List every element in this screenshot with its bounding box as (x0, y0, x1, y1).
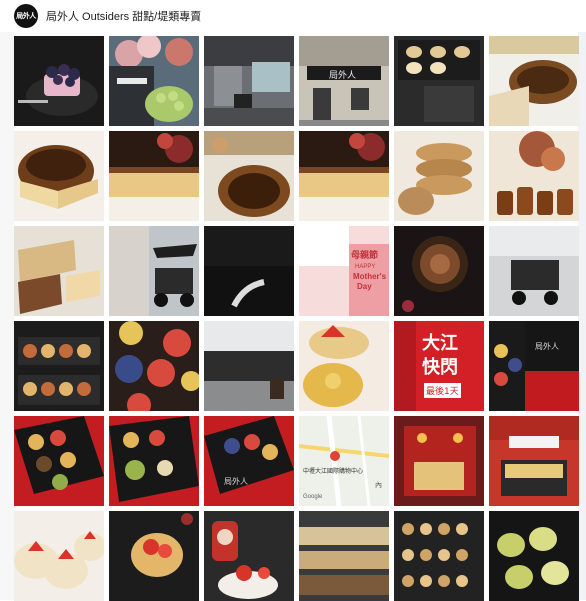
photo-display-case[interactable] (299, 511, 389, 601)
photo-fruit-tarts-top[interactable] (109, 321, 199, 411)
photo-santa-cake[interactable] (204, 511, 294, 601)
photo-grid: 局外人 母親節 HAPPY Mother's Day 大江 快閃 最後1天 局外… (14, 36, 579, 601)
photo-tarts-display-shelves[interactable] (394, 511, 484, 601)
page-avatar[interactable]: 局外人 (14, 4, 38, 28)
photo-berry-cake[interactable] (14, 36, 104, 126)
photo-layered-cake-slices[interactable] (14, 226, 104, 316)
map-road-label: 內 (375, 482, 382, 489)
mothers-day-mothers: Mother's (353, 272, 387, 281)
map-place-label: 中壢大江國際購物中心 (303, 469, 364, 475)
scrollbar-track[interactable] (578, 32, 586, 600)
photo-canele-pastries[interactable] (489, 131, 579, 221)
photo-shop-flowers-green-cake[interactable] (109, 36, 199, 126)
photo-shop-front-street[interactable] (204, 321, 294, 411)
photo-tarts-box-display[interactable] (14, 321, 104, 411)
popup-sign-line1: 大江 (422, 333, 458, 354)
photo-cart-building[interactable] (109, 226, 199, 316)
popup-sign-line2: 快閃 (422, 357, 458, 378)
photo-basque-cheesecake-slice[interactable] (14, 131, 104, 221)
box-logo-text: 局外人 (535, 342, 559, 351)
photo-popup-event-sign[interactable]: 大江 快閃 最後1天 (394, 321, 484, 411)
photo-tart-box-blueberry[interactable]: 局外人 (204, 416, 294, 506)
popup-sign-line3: 最後1天 (424, 383, 461, 398)
photo-cookies-stack[interactable] (394, 131, 484, 221)
photo-strawberry-tarts[interactable] (14, 511, 104, 601)
photo-popup-shop-red[interactable] (394, 416, 484, 506)
page-header: 局外人 局外人 Outsiders 甜點/堤類專賣 (0, 0, 586, 32)
box-logo-text: 局外人 (224, 477, 248, 486)
photo-tarts-red-box[interactable]: 局外人 (489, 321, 579, 411)
photo-strawberry-tart-dark[interactable] (109, 511, 199, 601)
photo-cheesecake-flowers-2[interactable] (299, 131, 389, 221)
photo-tart-box-matcha[interactable] (109, 416, 199, 506)
left-gutter (0, 32, 14, 600)
mothers-day-day: Day (357, 282, 372, 291)
photo-tart-boxes[interactable] (394, 36, 484, 126)
photo-shop-counter[interactable] (489, 416, 579, 506)
photo-domed-tarts[interactable] (489, 511, 579, 601)
photo-chocolate-rose-tart[interactable] (394, 226, 484, 316)
photo-mothers-day-card[interactable]: 母親節 HAPPY Mother's Day (299, 226, 389, 316)
photo-cafe-interior[interactable] (204, 36, 294, 126)
mothers-day-title: 母親節 (351, 250, 379, 260)
photo-mall-map[interactable]: 中壢大江國際購物中心 Google 內 (299, 416, 389, 506)
map-google-logo: Google (303, 494, 323, 500)
photo-shop-storefront[interactable]: 局外人 (299, 36, 389, 126)
page-title[interactable]: 局外人 Outsiders 甜點/堤類專賣 (46, 8, 201, 24)
storefront-sign-text: 局外人 (329, 71, 357, 81)
photo-cheesecake-with-flowers[interactable] (109, 131, 199, 221)
mothers-day-happy: HAPPY (355, 264, 376, 270)
photo-dark-ring[interactable] (204, 226, 294, 316)
photo-cheesecake-top-view[interactable] (204, 131, 294, 221)
photo-tart-box-assortment[interactable] (14, 416, 104, 506)
photo-cart-mall[interactable] (489, 226, 579, 316)
photo-strawberry-tart-slice[interactable] (299, 321, 389, 411)
photo-basque-cheesecake-top[interactable] (489, 36, 579, 126)
